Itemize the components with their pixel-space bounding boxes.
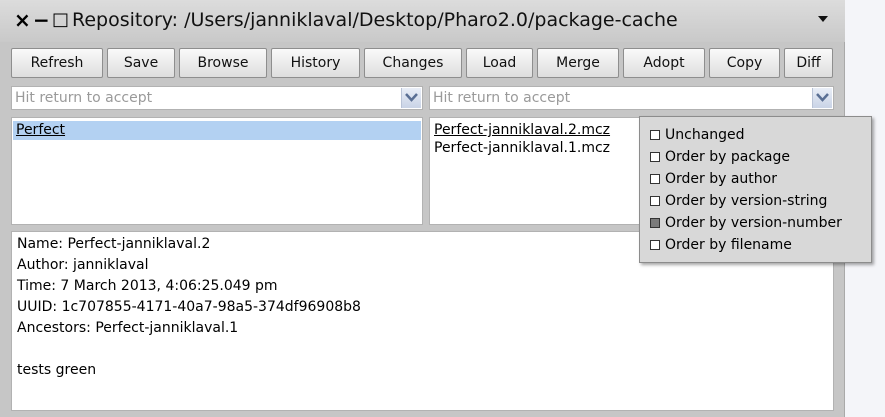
window-menu-icon[interactable] bbox=[818, 12, 828, 26]
menu-item-order-by-author[interactable]: Order by author bbox=[650, 168, 777, 190]
diff-button[interactable]: Diff bbox=[784, 48, 833, 78]
info-time: Time: 7 March 2013, 4:06:25.049 pm bbox=[17, 278, 278, 294]
checkbox-icon bbox=[650, 130, 660, 140]
history-button[interactable]: History bbox=[271, 48, 360, 78]
minimize-icon[interactable]: − bbox=[33, 10, 50, 30]
refresh-button[interactable]: Refresh bbox=[11, 48, 103, 78]
close-icon[interactable]: × bbox=[14, 10, 31, 30]
menu-item-label: Order by author bbox=[665, 171, 777, 187]
browse-button[interactable]: Browse bbox=[179, 48, 267, 78]
list-item[interactable]: Perfect bbox=[13, 121, 421, 140]
copy-button[interactable]: Copy bbox=[709, 48, 780, 78]
info-blank-line bbox=[17, 339, 833, 360]
save-button[interactable]: Save bbox=[107, 48, 175, 78]
maximize-icon[interactable]: □ bbox=[52, 10, 69, 30]
info-ancestors: Ancestors: Perfect-janniklaval.1 bbox=[17, 320, 239, 336]
version-filter bbox=[429, 86, 834, 110]
package-filter bbox=[11, 86, 423, 110]
menu-item-label: Order by version-string bbox=[665, 193, 828, 209]
merge-button[interactable]: Merge bbox=[537, 48, 619, 78]
menu-item-order-by-filename[interactable]: Order by filename bbox=[650, 234, 792, 256]
version-filter-dropdown-icon[interactable] bbox=[812, 88, 832, 108]
checkbox-icon bbox=[650, 152, 660, 162]
menu-item-order-by-package[interactable]: Order by package bbox=[650, 146, 790, 168]
menu-item-label: Order by version-number bbox=[665, 215, 842, 231]
load-button[interactable]: Load bbox=[466, 48, 533, 78]
checkbox-icon bbox=[650, 174, 660, 184]
title-bar[interactable]: × − □ Repository: /Users/janniklaval/Des… bbox=[0, 0, 845, 42]
menu-item-label: Order by filename bbox=[665, 237, 792, 253]
menu-item-label: Unchanged bbox=[665, 127, 745, 143]
window-title: Repository: /Users/janniklaval/Desktop/P… bbox=[72, 9, 678, 31]
menu-item-order-by-version-string[interactable]: Order by version-string bbox=[650, 190, 827, 212]
order-menu: Unchanged Order by package Order by auth… bbox=[639, 116, 872, 263]
menu-item-label: Order by package bbox=[665, 149, 790, 165]
menu-item-unchanged[interactable]: Unchanged bbox=[650, 124, 745, 146]
package-filter-dropdown-icon[interactable] bbox=[401, 88, 421, 108]
checkbox-icon bbox=[650, 196, 660, 206]
checkbox-icon bbox=[650, 240, 660, 250]
version-filter-input[interactable] bbox=[433, 88, 810, 108]
adopt-button[interactable]: Adopt bbox=[623, 48, 705, 78]
info-uuid: UUID: 1c707855-4171-40a7-98a5-374df96908… bbox=[17, 299, 361, 315]
menu-item-order-by-version-number[interactable]: Order by version-number bbox=[650, 212, 842, 234]
package-list[interactable]: Perfect bbox=[11, 117, 423, 225]
checked-checkbox-icon bbox=[650, 218, 660, 228]
package-filter-input[interactable] bbox=[15, 88, 399, 108]
info-message: tests green bbox=[17, 362, 97, 378]
changes-button[interactable]: Changes bbox=[364, 48, 462, 78]
